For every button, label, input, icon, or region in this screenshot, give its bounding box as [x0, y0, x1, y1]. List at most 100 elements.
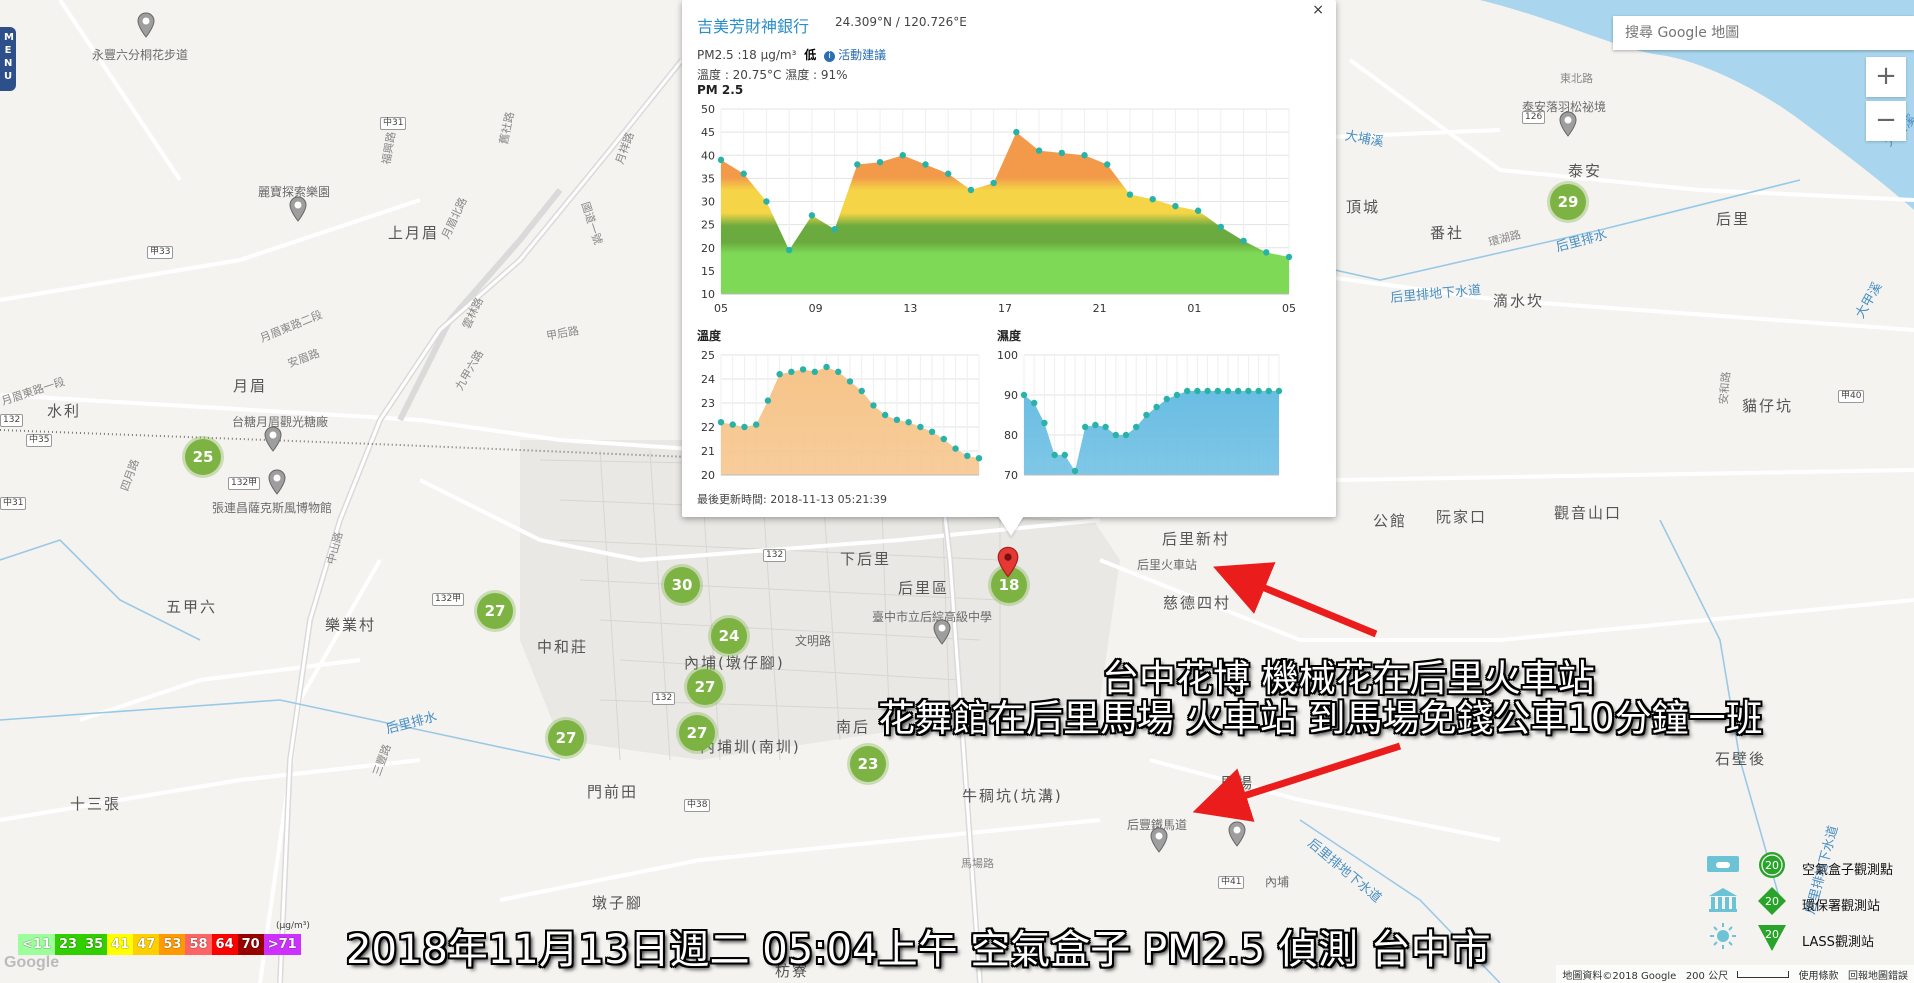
data-point [990, 179, 997, 187]
last-updated-time: 最後更新時間: 2018-11-13 05:21:39 [697, 493, 888, 506]
data-point [1153, 403, 1160, 411]
data-point [1194, 207, 1202, 214]
place-label: 上月眉 [388, 224, 440, 242]
y-tick-label: 15 [701, 265, 715, 278]
y-tick-label: 22 [701, 421, 715, 434]
aqi-level-3: 41 [107, 934, 134, 955]
data-point [1051, 451, 1058, 459]
airbox-cluster[interactable]: 27 [687, 669, 723, 705]
activity-advice-link[interactable]: i 活動建議 [824, 48, 886, 62]
data-point [1081, 152, 1088, 159]
data-point [1172, 202, 1179, 210]
caption-line-2: 花舞館在后里馬場 火車站 到馬場免錢公車10分鐘一班 [878, 697, 1763, 740]
data-point [1133, 423, 1140, 431]
legend-label: 環保署觀測站 [1802, 899, 1881, 914]
poi-label: 文明路 [795, 634, 832, 648]
airbox-cluster[interactable]: 25 [185, 439, 221, 475]
data-point [952, 445, 959, 452]
report-error-link[interactable]: 回報地圖錯誤 [1848, 971, 1908, 982]
aqi-color-legend: <11 23 35 41 47 53 58 64 70 >71 [18, 934, 301, 955]
pm25-reading-line: PM2.5 :18 μg/m³ 低 i 活動建議 [697, 46, 886, 63]
zoom-out-button[interactable]: − [1866, 101, 1906, 141]
airbox-cluster[interactable]: 29 [1550, 184, 1586, 220]
place-label: 后里火車站 [1137, 558, 1198, 572]
data-point [1071, 467, 1079, 475]
station-title: 吉美芳財神銀行 [697, 17, 810, 36]
search-input[interactable] [1613, 16, 1914, 50]
y-tick-label: 10 [701, 288, 715, 301]
place-label: 公館 [1373, 512, 1408, 530]
data-point [1263, 249, 1270, 256]
station-pin-icon[interactable] [264, 426, 282, 452]
attribution-data: 地圖資料©2018 Google [1562, 971, 1677, 982]
data-point [1265, 387, 1272, 395]
y-tick-label: 21 [701, 445, 715, 458]
menu-button[interactable]: MENU [0, 27, 16, 91]
place-label: 門前田 [587, 783, 639, 801]
close-icon[interactable]: × [1312, 2, 1324, 18]
road-label: 安和路 [1717, 371, 1733, 406]
road-shield: 126 [1522, 111, 1546, 124]
station-pin-icon[interactable] [268, 469, 286, 495]
place-label: 阮家口 [1436, 508, 1488, 526]
selected-location-pin-icon[interactable] [997, 546, 1019, 578]
data-point [1214, 387, 1221, 395]
data-point [1102, 423, 1109, 431]
place-label: 滴水坎 [1493, 292, 1545, 310]
road-shield: 132甲 [432, 593, 465, 606]
airbox-cluster[interactable]: 30 [664, 567, 700, 603]
airbox-cluster[interactable]: 24 [711, 618, 747, 654]
road-shield: 中31 [0, 497, 27, 510]
legend-lass: 20 LASS觀測站 [1700, 920, 1910, 956]
y-tick-label: 100 [997, 349, 1018, 362]
lass-badge: 20 [1758, 925, 1786, 951]
data-point [764, 397, 772, 404]
x-tick-label: 21 [1093, 302, 1107, 315]
place-label: 月眉 [233, 377, 268, 395]
y-tick-label: 35 [701, 172, 715, 185]
terms-link[interactable]: 使用條款 [1798, 971, 1838, 982]
data-point [1058, 149, 1065, 157]
data-point [831, 226, 838, 233]
pollution-level: 低 [804, 48, 817, 62]
aqi-level-8: 70 [237, 934, 264, 955]
y-tick-label: 70 [1004, 469, 1018, 480]
data-point [1020, 391, 1028, 399]
place-label: 中和莊 [537, 638, 589, 656]
data-point [788, 368, 795, 375]
station-pin-icon[interactable] [1150, 827, 1168, 853]
data-point [1035, 147, 1043, 154]
place-label: 牛稠坑(坑溝) [962, 787, 1063, 805]
scale-label: 200 公尺 [1685, 971, 1729, 982]
place-label: 后里 [1716, 210, 1751, 228]
data-point [1122, 431, 1130, 439]
station-pin-icon[interactable] [1559, 111, 1577, 137]
data-point [854, 161, 861, 168]
x-tick-label: 05 [1282, 302, 1296, 315]
place-label: 番社 [1430, 224, 1465, 242]
data-point [1224, 387, 1232, 395]
y-tick-label: 24 [701, 373, 715, 386]
data-point [1031, 399, 1038, 407]
data-point [1149, 195, 1156, 203]
station-pin-icon[interactable] [1228, 821, 1246, 847]
place-label: 南后 [836, 718, 871, 736]
station-pin-icon[interactable] [137, 12, 155, 38]
airbox-cluster[interactable]: 27 [477, 593, 513, 629]
data-point [752, 421, 760, 428]
x-tick-label: 17 [998, 302, 1012, 315]
data-point [870, 402, 877, 409]
airbox-cluster[interactable]: 23 [850, 746, 886, 782]
place-label: 十三張 [70, 795, 122, 813]
data-point [1092, 421, 1099, 429]
station-pin-icon[interactable] [289, 196, 307, 222]
road-shield: 中41 [1218, 876, 1245, 889]
temp-humidity-reading: 溫度 : 20.75°C 濕度 : 91% [697, 68, 848, 82]
airbox-cluster[interactable]: 27 [548, 720, 584, 756]
station-pin-icon[interactable] [933, 619, 951, 645]
airbox-cluster[interactable]: 27 [679, 715, 715, 751]
aqi-level-6: 58 [185, 934, 212, 955]
zoom-in-button[interactable]: + [1866, 57, 1906, 97]
data-point [893, 416, 901, 423]
svg-text:20: 20 [1765, 895, 1779, 908]
